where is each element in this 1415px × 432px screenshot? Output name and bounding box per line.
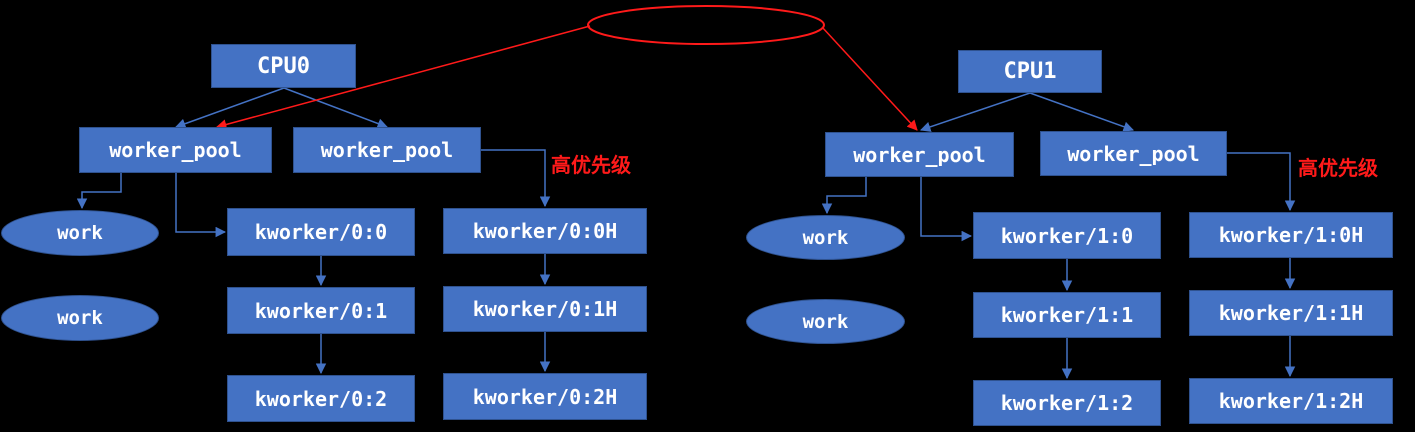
cpu0-work-item: work bbox=[1, 295, 159, 341]
cpu1-node: CPU1 bbox=[958, 50, 1102, 93]
cpu1-kworker-high: kworker/1:0H bbox=[1189, 212, 1393, 258]
cpu1-kworker-high: kworker/1:1H bbox=[1189, 290, 1393, 336]
cpu0-kworker-high: kworker/0:0H bbox=[443, 208, 647, 254]
cpu1-kworker-high: kworker/1:2H bbox=[1189, 378, 1393, 424]
cpu0-kworker-high: kworker/0:2H bbox=[443, 373, 647, 420]
cpu1-kworker: kworker/1:1 bbox=[973, 292, 1161, 338]
cpu1-work-item: work bbox=[746, 299, 905, 344]
cpu0-kworker: kworker/0:2 bbox=[227, 375, 415, 422]
cpu0-node: CPU0 bbox=[211, 44, 356, 88]
cpu0-kworker-high: kworker/0:1H bbox=[443, 286, 647, 332]
cpu0-kworker: kworker/0:0 bbox=[227, 208, 415, 256]
cpu1-worker-pool: worker_pool bbox=[825, 132, 1014, 177]
cpu1-work-item: work bbox=[746, 215, 905, 260]
cpu1-kworker: kworker/1:0 bbox=[973, 212, 1161, 259]
cpu0-high-priority-label: 高优先级 bbox=[551, 153, 631, 177]
cpu0-worker-pool-high: worker_pool bbox=[293, 127, 481, 173]
red-arrow-to-cpu1-pool bbox=[821, 26, 918, 131]
cpu0-worker-pool: worker_pool bbox=[79, 127, 272, 173]
workqueue-diagram: CPU0 worker_pool worker_pool 高优先级 work w… bbox=[0, 0, 1415, 432]
cpu0-work-item: work bbox=[1, 210, 159, 256]
cpu1-worker-pool-high: worker_pool bbox=[1040, 131, 1227, 176]
highlight-ellipse bbox=[587, 5, 825, 45]
cpu0-kworker: kworker/0:1 bbox=[227, 287, 415, 334]
cpu1-high-priority-label: 高优先级 bbox=[1298, 156, 1378, 180]
cpu1-kworker: kworker/1:2 bbox=[973, 380, 1161, 426]
